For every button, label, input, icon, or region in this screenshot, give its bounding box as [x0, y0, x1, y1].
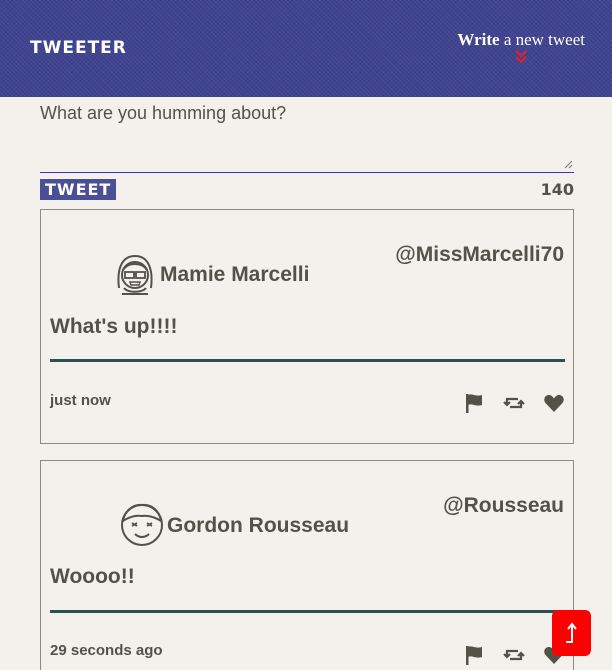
divider — [50, 610, 565, 613]
write-label-rest: a new tweet — [499, 30, 585, 49]
scroll-to-top-button[interactable] — [552, 610, 591, 656]
tweet-timestamp: just now — [50, 392, 111, 409]
flag-icon[interactable] — [463, 392, 485, 414]
navbar: TWEETER Write a new tweet — [0, 0, 612, 97]
chevron-double-down-icon[interactable] — [513, 49, 529, 65]
author-handle: @Rousseau — [443, 494, 564, 517]
tweet-card: Mamie Marcelli @MissMarcelli70 What's up… — [40, 209, 574, 444]
tweet-content: Woooo!! — [50, 565, 135, 588]
new-tweet-composer: TWEET 140 — [40, 98, 574, 200]
arrow-up-icon — [565, 622, 577, 643]
tweet-text-input[interactable] — [40, 98, 574, 173]
tweet-actions — [463, 644, 565, 666]
retweet-icon[interactable] — [503, 392, 525, 414]
tweet-submit-button[interactable]: TWEET — [40, 179, 117, 200]
resize-handle-icon[interactable] — [563, 159, 573, 169]
tweet-timestamp: 29 seconds ago — [50, 642, 163, 659]
author-handle: @MissMarcelli70 — [395, 243, 564, 266]
tweet-card: Gordon Rousseau @Rousseau Woooo!! 29 sec… — [40, 460, 574, 670]
tweet-content: What's up!!!! — [50, 315, 178, 338]
avatar — [121, 503, 163, 546]
flag-icon[interactable] — [463, 644, 485, 666]
tweet-actions — [463, 392, 565, 414]
write-new-tweet-link[interactable]: Write a new tweet — [457, 30, 585, 65]
author-name: Mamie Marcelli — [160, 263, 310, 286]
brand-logo[interactable]: TWEETER — [30, 38, 127, 58]
divider — [50, 359, 565, 362]
retweet-icon[interactable] — [503, 644, 525, 666]
avatar — [117, 254, 153, 295]
write-label-bold: Write — [457, 30, 500, 49]
author-name: Gordon Rousseau — [167, 514, 350, 537]
character-counter: 140 — [540, 180, 574, 199]
heart-icon[interactable] — [543, 392, 565, 414]
